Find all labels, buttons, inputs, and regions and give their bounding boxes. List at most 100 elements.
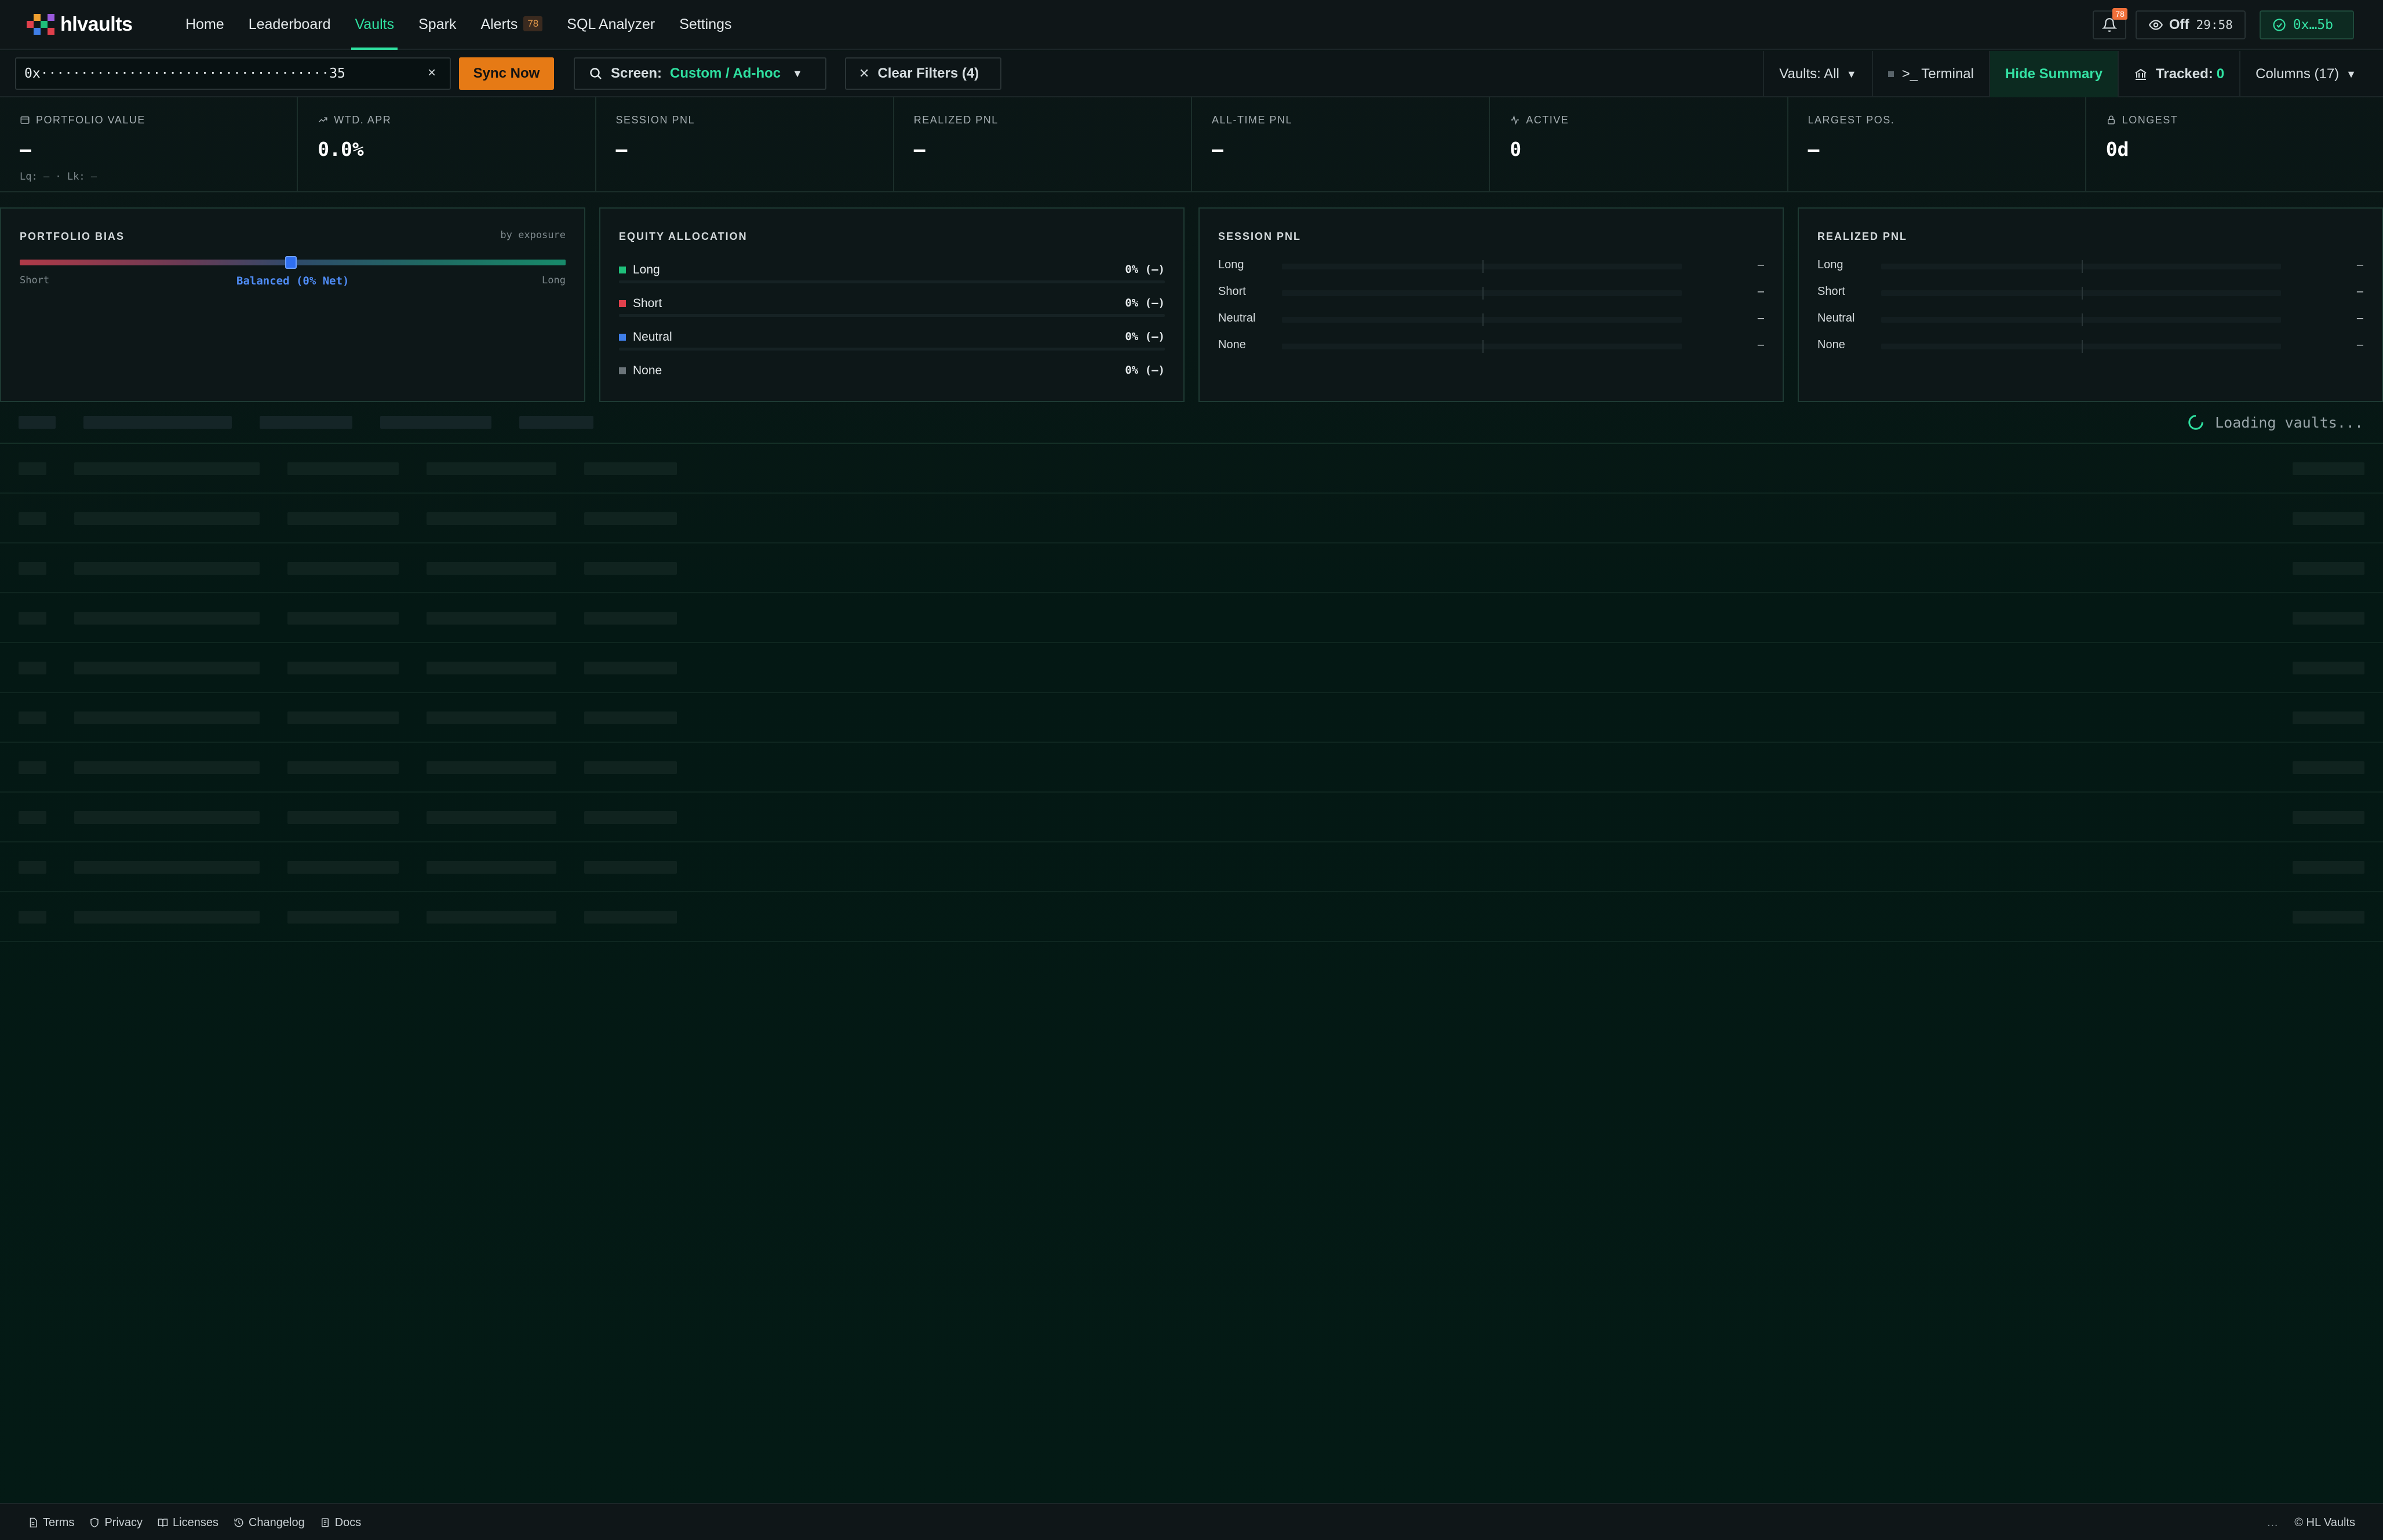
nav-right: 78 Off 29:58 0x…5b xyxy=(2092,8,2354,39)
cell-skeleton xyxy=(287,612,399,625)
stat-value: – xyxy=(615,138,628,160)
cell-skeleton xyxy=(2293,711,2364,724)
cell-skeleton xyxy=(74,911,260,924)
nav-settings[interactable]: Settings xyxy=(679,0,731,50)
session-pnl-row-none: None – xyxy=(1218,338,1764,365)
screen-select[interactable]: Screen: Custom / Ad-hoc ▼ xyxy=(574,57,826,90)
nav-leaderboard[interactable]: Leaderboard xyxy=(249,0,331,50)
nav-spark[interactable]: Spark xyxy=(418,0,456,50)
pnl-zero-axis xyxy=(2082,260,2083,273)
wallet-address: 0x…5b xyxy=(2293,17,2333,32)
stat-label: REALIZED PNL xyxy=(913,114,999,126)
pnl-row-label: Neutral xyxy=(1218,312,1256,324)
columns-label: Columns (17) xyxy=(2256,66,2340,82)
nav-vaults[interactable]: Vaults xyxy=(351,0,398,50)
chevron-down-icon: ▼ xyxy=(1846,68,1857,80)
equity-row-value: 0% (–) xyxy=(1125,263,1165,276)
footer-link-label: Changelog xyxy=(248,1516,305,1529)
cell-skeleton xyxy=(2293,761,2364,774)
table-row xyxy=(0,444,2383,494)
hide-summary-button[interactable]: Hide Summary xyxy=(1988,51,2118,97)
clear-address-icon[interactable]: × xyxy=(428,66,436,80)
bank-icon xyxy=(2135,68,2147,80)
stat-label: SESSION PNL xyxy=(615,114,695,126)
top-nav: hlvaults Home Leaderboard Vaults Spark A… xyxy=(0,0,2383,50)
pnl-row-bar xyxy=(1282,290,1682,296)
stat-longest: LONGEST 0d xyxy=(2086,97,2383,191)
realized-pnl-row-none: None – xyxy=(1817,338,2363,365)
stat-value: – xyxy=(913,138,925,160)
footer: Terms Privacy Licenses Changelog Docs … … xyxy=(0,1503,2383,1540)
bias-basis: by exposure xyxy=(500,229,566,241)
cell-skeleton xyxy=(2293,562,2364,575)
footer-link-docs[interactable]: Docs xyxy=(320,1516,361,1530)
clear-filters-button[interactable]: ✕ Clear Filters (4) xyxy=(845,57,1001,90)
pnl-row-value: – xyxy=(2356,285,2363,298)
cell-skeleton xyxy=(2293,911,2364,924)
cell-skeleton xyxy=(19,911,46,924)
table-row xyxy=(0,892,2383,942)
cell-skeleton xyxy=(19,512,46,525)
table-row xyxy=(0,593,2383,643)
footer-link-terms[interactable]: Terms xyxy=(28,1516,74,1530)
panel-title: REALIZED PNL xyxy=(1817,231,1908,242)
columns-dropdown[interactable]: Columns (17) ▼ xyxy=(2239,51,2383,97)
nav-alerts[interactable]: Alerts 78 xyxy=(480,0,543,50)
cell-skeleton xyxy=(19,861,46,874)
stat-wtd-apr: WTD. APR 0.0% xyxy=(298,97,596,191)
cell-skeleton xyxy=(2293,861,2364,874)
realized-pnl-row-short: Short – xyxy=(1817,285,2363,312)
header-skeleton xyxy=(380,416,491,429)
cell-skeleton xyxy=(287,562,399,575)
cell-skeleton xyxy=(74,462,260,475)
cell-skeleton xyxy=(427,811,556,824)
legend-swatch xyxy=(619,334,626,341)
wallet-button[interactable]: 0x…5b xyxy=(2259,10,2354,39)
footer-link-licenses[interactable]: Licenses xyxy=(158,1516,218,1530)
pnl-row-label: None xyxy=(1218,338,1246,351)
address-input[interactable]: 0x····································35 xyxy=(15,57,451,90)
nav-home[interactable]: Home xyxy=(185,0,224,50)
cell-skeleton xyxy=(2293,462,2364,475)
pnl-row-value: – xyxy=(1757,338,1764,351)
terminal-button[interactable]: >_ Terminal xyxy=(1871,51,1989,97)
cell-skeleton xyxy=(19,761,46,774)
equity-row-none: None 0% (–) xyxy=(619,360,1165,392)
equity-row-label: Neutral xyxy=(633,330,672,344)
cell-skeleton xyxy=(584,612,677,625)
screen-select-label: Screen: xyxy=(611,65,662,81)
alerts-count-badge: 78 xyxy=(523,16,543,32)
cell-skeleton xyxy=(584,811,677,824)
cell-skeleton xyxy=(584,761,677,774)
pnl-row-label: Long xyxy=(1817,258,1843,271)
bias-marker xyxy=(285,256,297,269)
legend-swatch xyxy=(619,367,626,374)
footer-link-changelog[interactable]: Changelog xyxy=(234,1516,305,1530)
cell-skeleton xyxy=(74,562,260,575)
footer-link-privacy[interactable]: Privacy xyxy=(89,1516,143,1530)
pnl-row-value: – xyxy=(1757,312,1764,324)
stat-value: – xyxy=(20,138,31,160)
brand-logo[interactable]: hlvaults xyxy=(27,13,133,36)
cell-skeleton xyxy=(74,612,260,625)
shield-icon xyxy=(90,1517,99,1528)
cell-skeleton xyxy=(584,911,677,924)
equity-row-bar xyxy=(619,348,1165,351)
vaults-filter-dropdown[interactable]: Vaults: All ▼ xyxy=(1763,51,1871,97)
stat-label: LARGEST POS. xyxy=(1808,114,1895,126)
nav-sql-analyzer[interactable]: SQL Analyzer xyxy=(567,0,655,50)
equity-row-bar xyxy=(619,314,1165,317)
sync-now-button[interactable]: Sync Now xyxy=(459,57,554,90)
pnl-row-bar xyxy=(1881,344,2281,349)
pnl-row-bar xyxy=(1881,264,2281,269)
watch-toggle[interactable]: Off 29:58 xyxy=(2135,10,2246,39)
notifications-button[interactable]: 78 xyxy=(2092,8,2127,39)
pnl-row-label: None xyxy=(1817,338,1845,351)
cell-skeleton xyxy=(19,811,46,824)
tracked-button[interactable]: Tracked: 0 xyxy=(2118,51,2239,97)
cell-skeleton xyxy=(287,761,399,774)
cell-skeleton xyxy=(584,861,677,874)
close-icon: ✕ xyxy=(859,66,870,81)
session-pnl-row-long: Long – xyxy=(1218,258,1764,285)
pnl-zero-axis xyxy=(2082,313,2083,326)
